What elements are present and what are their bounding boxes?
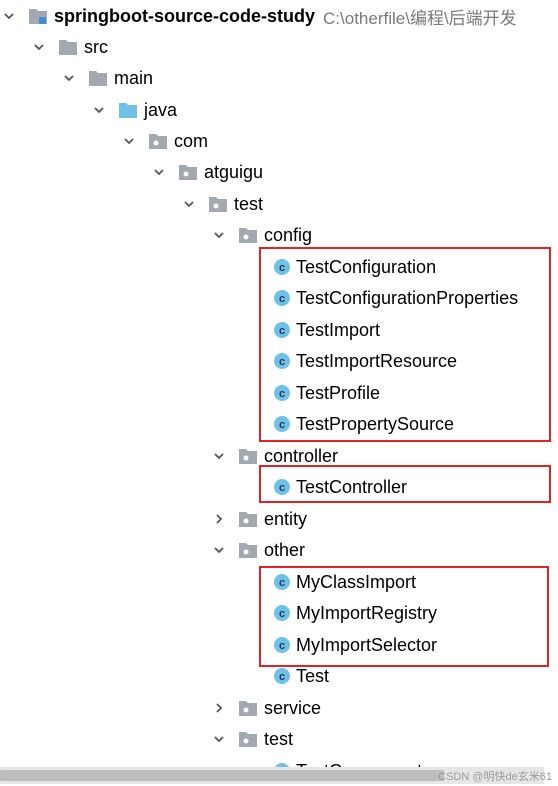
package-label: entity <box>264 509 308 529</box>
chevron-right-icon[interactable] <box>212 505 226 533</box>
package-icon <box>238 540 260 560</box>
tree-row-test-inner[interactable]: test <box>212 725 293 753</box>
package-icon <box>208 194 230 214</box>
tree-row-config[interactable]: config <box>212 221 312 249</box>
highlight-box-config <box>259 247 551 442</box>
folder-icon <box>58 37 80 57</box>
package-icon <box>178 162 200 182</box>
highlight-box-controller <box>259 465 551 503</box>
package-label: test <box>264 729 294 749</box>
folder-label: src <box>84 37 108 57</box>
package-label: config <box>264 225 313 245</box>
chevron-down-icon[interactable] <box>212 442 226 470</box>
highlight-box-other <box>259 566 549 667</box>
tree-row-java[interactable]: java <box>92 96 177 124</box>
chevron-down-icon[interactable] <box>32 33 46 61</box>
chevron-down-icon[interactable] <box>2 2 16 30</box>
package-icon <box>238 698 260 718</box>
package-icon <box>238 446 260 466</box>
tree-row-entity[interactable]: entity <box>212 505 307 533</box>
chevron-down-icon[interactable] <box>212 221 226 249</box>
tree-row-src[interactable]: src <box>32 33 108 61</box>
watermark: CSDN @明快de玄米61 <box>438 771 552 783</box>
folder-label: main <box>114 68 154 88</box>
chevron-down-icon[interactable] <box>212 725 226 753</box>
tree-row-project[interactable]: springboot-source-code-study C:\otherfil… <box>2 2 517 30</box>
package-icon <box>238 225 260 245</box>
package-icon <box>238 729 260 749</box>
package-label: service <box>264 698 322 718</box>
chevron-down-icon[interactable] <box>152 158 166 186</box>
chevron-right-icon[interactable] <box>212 694 226 722</box>
tree-row-main[interactable]: main <box>62 64 153 92</box>
tree-row-com[interactable]: com <box>122 127 208 155</box>
project-name: springboot-source-code-study <box>54 6 316 26</box>
tree-row-other[interactable]: other <box>212 536 305 564</box>
module-folder-icon <box>28 6 50 26</box>
chevron-down-icon[interactable] <box>212 536 226 564</box>
folder-label: java <box>144 100 178 120</box>
source-folder-icon <box>118 100 140 120</box>
tree-row-atguigu[interactable]: atguigu <box>152 158 263 186</box>
chevron-down-icon[interactable] <box>182 190 196 218</box>
tree-row-service[interactable]: service <box>212 694 321 722</box>
project-path: C:\otherfile\编程\后端开发 <box>323 8 517 28</box>
svg-text:c: c <box>279 671 285 683</box>
chevron-down-icon[interactable] <box>62 64 76 92</box>
package-label: test <box>234 194 264 214</box>
package-icon <box>238 509 260 529</box>
chevron-down-icon[interactable] <box>122 127 136 155</box>
scrollbar-thumb[interactable] <box>0 770 444 781</box>
package-label: com <box>174 131 209 151</box>
java-class-icon: c <box>272 666 292 686</box>
tree-row-test[interactable]: test <box>182 190 263 218</box>
package-icon <box>148 131 170 151</box>
chevron-down-icon[interactable] <box>92 96 106 124</box>
folder-icon <box>88 68 110 88</box>
package-label: atguigu <box>204 162 264 182</box>
package-label: other <box>264 540 306 560</box>
